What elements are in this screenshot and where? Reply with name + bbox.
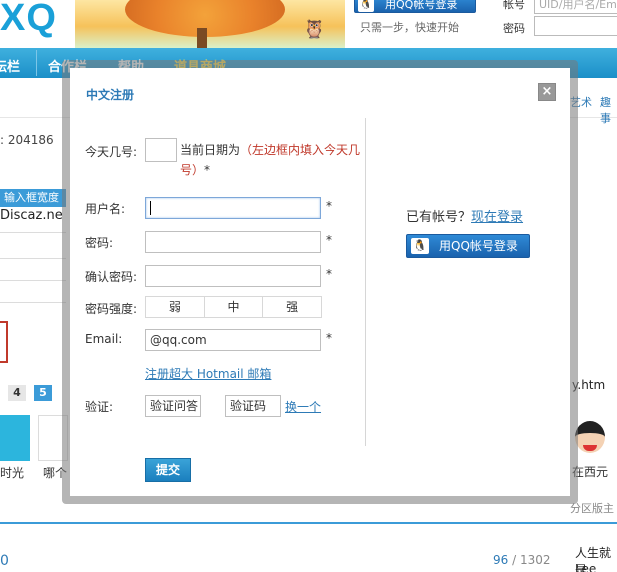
date-hint-prefix: 当前日期为 <box>180 143 241 157</box>
tile-caption: 时光 <box>0 466 25 480</box>
email-input[interactable]: @qq.com <box>145 329 321 351</box>
close-icon[interactable]: × <box>538 83 556 101</box>
list-divider <box>0 280 66 281</box>
dialog-title: 中文注册 <box>86 88 135 102</box>
header-banner: 🦉 <box>75 0 345 48</box>
post-author[interactable]: Lee <box>575 562 596 572</box>
qq-login-button[interactable]: 🐧 用QQ帐号登录 <box>406 234 530 258</box>
required-mark: * <box>326 233 332 247</box>
qq-login-label: 用QQ帐号登录 <box>439 239 518 253</box>
list-divider <box>0 232 66 233</box>
required-mark: * <box>326 199 332 213</box>
date-hint-required: * <box>204 163 211 177</box>
blue-strip: 输入框宽度 <box>0 189 66 207</box>
site-logo[interactable]: XQ <box>0 0 57 38</box>
quick-start-hint: 只需一步，快速开始 <box>360 21 459 34</box>
register-dialog: 中文注册 × 今天几号: 当前日期为（左边框内填入今天几号）* 用户名: * 密… <box>70 68 570 496</box>
hotmail-register-link[interactable]: 注册超大 Hotmail 邮箱 <box>145 365 271 382</box>
username-label: 用户名: <box>85 202 126 216</box>
qq-penguin-icon: 🐧 <box>358 0 374 12</box>
zero-text: 0 <box>0 553 9 569</box>
thumb-tile[interactable] <box>0 415 30 461</box>
sub-link-fun[interactable]: 趣事 <box>600 94 617 126</box>
username-input[interactable] <box>145 197 321 219</box>
strength-strong: 强 <box>263 296 323 318</box>
account-label: 帐号 <box>503 0 525 11</box>
dialog-divider <box>365 118 366 446</box>
required-mark: * <box>326 267 332 281</box>
page-current[interactable]: 96 <box>493 553 508 567</box>
red-highlight-box <box>0 321 8 363</box>
qq-penguin-icon: 🐧 <box>411 238 429 254</box>
account-input[interactable]: UID/用户名/Em <box>534 0 617 14</box>
list-divider <box>0 302 66 303</box>
page-separator: / <box>508 553 520 567</box>
date-hint: 当前日期为（左边框内填入今天几号）* <box>180 140 365 180</box>
strength-medium: 中 <box>204 296 264 318</box>
pager-5[interactable]: 5 <box>34 385 52 401</box>
password-label: 密码: <box>85 236 114 250</box>
day-input[interactable] <box>145 138 177 162</box>
section-divider <box>0 522 617 524</box>
pager-4[interactable]: 4 <box>8 385 26 401</box>
nav-divider <box>36 50 37 76</box>
change-captcha-link[interactable]: 换一个 <box>285 398 321 415</box>
verify-code-input[interactable]: 验证码 <box>225 395 281 417</box>
top-password-input[interactable] <box>534 16 617 36</box>
strength-label: 密码强度: <box>85 302 138 316</box>
page-total: 1302 <box>519 553 551 567</box>
text-caret <box>150 201 151 215</box>
confirm-password-label: 确认密码: <box>85 270 138 284</box>
submit-button[interactable]: 提交 <box>145 458 191 482</box>
page-info: 96 / 1302 <box>493 553 551 567</box>
day-label: 今天几号: <box>85 145 138 159</box>
have-account-text: 已有帐号？现在登录 <box>406 206 523 225</box>
nav-item-forum[interactable]: 坛栏 <box>0 56 20 75</box>
password-strength-meter: 弱 中 强 <box>145 296 323 318</box>
have-account-label: 已有帐号？ <box>406 210 472 225</box>
login-now-link[interactable]: 现在登录 <box>471 210 523 225</box>
required-mark: * <box>326 331 332 345</box>
discaz-text: Discaz.ne <box>0 208 63 223</box>
strength-weak: 弱 <box>145 296 205 318</box>
top-qq-login-label: 用QQ帐号登录 <box>385 0 458 11</box>
tree-trunk <box>197 28 207 48</box>
password-input[interactable] <box>145 231 321 253</box>
member-count: : 204186 <box>0 133 54 147</box>
verify-label: 验证: <box>85 400 114 414</box>
top-password-label: 密码 <box>503 22 525 35</box>
confirm-password-input[interactable] <box>145 265 321 287</box>
list-divider <box>0 258 66 259</box>
verify-question-input[interactable]: 验证问答 <box>145 395 201 417</box>
owl-icon: 🦉 <box>303 19 326 40</box>
top-qq-login-button[interactable]: 🐧 用QQ帐号登录 <box>354 0 476 13</box>
email-label: Email: <box>85 332 123 346</box>
